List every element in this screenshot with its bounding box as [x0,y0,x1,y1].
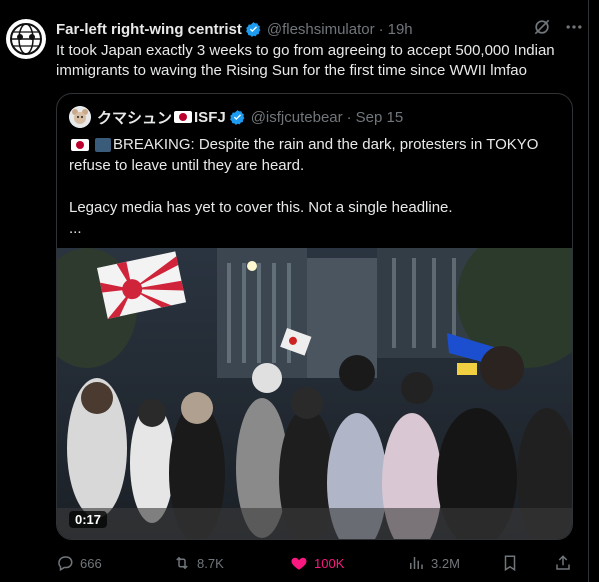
quoted-post-time[interactable]: Sep 15 [356,109,404,126]
bookmark-icon [504,555,516,572]
quoted-post-header: クマシュン ISFJ @isfjcutebear · Sep 15 [69,106,403,128]
share-icon [556,555,570,570]
protest-video-thumbnail [57,248,572,539]
action-bar: 666 8.7K 100K 3.2M [56,554,576,574]
views-button[interactable]: 3.2M [407,554,460,572]
view-count: 3.2M [431,555,460,571]
separator-dot: · [346,108,352,126]
quoted-author-name-suffix[interactable]: ISFJ [194,109,226,126]
scrollbar[interactable] [589,0,599,582]
repost-count: 8.7K [197,555,224,571]
share-button[interactable] [554,554,572,572]
video-player[interactable]: 0:17 [57,248,572,539]
views-chart-icon [410,557,423,569]
globe-skull-avatar-icon [7,20,45,58]
heart-icon [291,557,307,570]
quoted-author-handle[interactable]: @isfjcutebear [251,109,343,126]
bookmark-button[interactable] [501,554,519,572]
post-top-icons [531,16,585,38]
japan-flag-icon [174,111,193,123]
quoted-text-line-1: BREAKING: Despite the rain and the dark,… [69,134,559,155]
quoted-breaking-text: BREAKING: Despite the rain and the dark,… [113,136,539,153]
repost-button[interactable]: 8.7K [173,554,224,572]
author-avatar[interactable] [6,19,46,59]
reply-icon [58,556,73,572]
quoted-text-line-3: Legacy media has yet to cover this. Not … [69,199,453,216]
repost-icon [176,556,188,570]
newspaper-emoji-icon [95,138,111,153]
reply-count: 666 [80,555,102,571]
japan-flag-icon [71,139,89,152]
author-handle[interactable]: @fleshsimulator [267,21,375,38]
more-options-icon[interactable] [563,16,585,38]
like-button[interactable]: 100K [290,554,344,572]
quoted-post-text: BREAKING: Despite the rain and the dark,… [69,134,559,239]
reply-button[interactable]: 666 [56,554,102,572]
author-name[interactable]: Far-left right-wing centrist [56,21,242,38]
like-count: 100K [314,555,345,571]
quoted-author-name[interactable]: クマシュン [97,107,172,128]
quoted-text-line-2: refuse to leave until they are heard. [69,157,305,174]
quoted-post[interactable]: クマシュン ISFJ @isfjcutebear · Sep 15 BREAKI… [56,93,573,540]
verified-badge-icon [229,109,246,126]
quoted-author-avatar [69,106,91,128]
quoted-text-line-4: ... [69,220,82,237]
grok-icon[interactable] [531,16,553,38]
bear-avatar-icon [69,106,91,128]
video-duration: 0:17 [69,511,108,528]
verified-badge-icon [245,21,262,38]
post-time[interactable]: 19h [388,21,413,38]
quoted-text-blank [69,176,559,197]
post-text: It took Japan exactly 3 weeks to go from… [56,42,555,79]
post-header: Far-left right-wing centrist @fleshsimul… [56,18,413,40]
separator-dot: · [378,20,384,38]
